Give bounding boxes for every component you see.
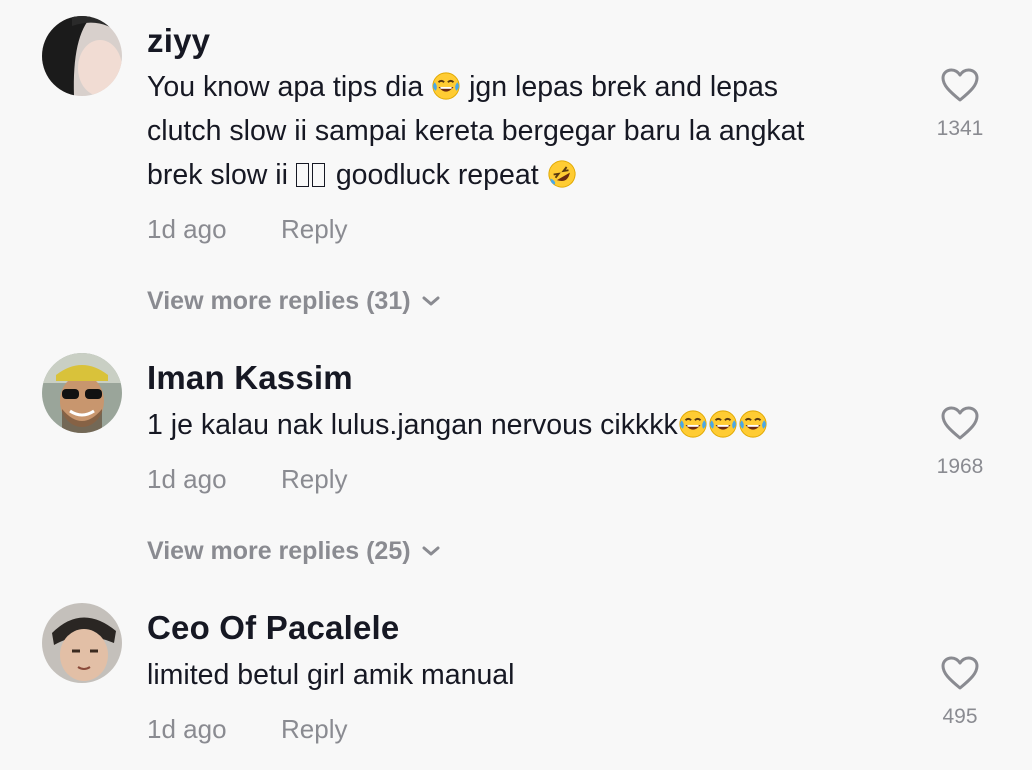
comment-text: You know apa tips dia jgn lepas brek and…: [147, 65, 907, 197]
comment-text-part: jgn lepas brek and lepas: [469, 71, 779, 103]
comment-timestamp: 1d ago: [147, 464, 227, 494]
like-button[interactable]: 1341: [920, 67, 1000, 141]
like-count: 1341: [936, 117, 984, 140]
comment-text-part: goodluck repeat: [335, 159, 539, 191]
rolling-on-floor-laughing-emoji-icon: [547, 159, 577, 189]
reply-button[interactable]: Reply: [281, 714, 347, 745]
comment-text-part: limited betul girl amik manual: [147, 659, 515, 691]
chevron-down-icon: [421, 545, 441, 557]
face-with-tears-of-joy-emoji-icon: [708, 409, 738, 439]
comment-username[interactable]: Iman Kassim: [147, 359, 353, 397]
comment-text-part: brek slow ii: [147, 159, 288, 191]
face-with-tears-of-joy-emoji-icon: [738, 409, 768, 439]
comment-text-part: You know apa tips dia: [147, 71, 424, 103]
comment-text: limited betul girl amik manual: [147, 653, 907, 697]
comment-text-part: 1 je kalau nak lulus.jangan nervous cikk…: [147, 409, 678, 441]
view-more-replies-label: View more replies (25): [147, 537, 411, 565]
like-count: 495: [942, 705, 978, 728]
chevron-down-icon: [421, 295, 441, 307]
heart-icon: [940, 655, 980, 691]
missing-glyph-icon: [295, 163, 309, 187]
like-count: 1968: [936, 455, 984, 478]
view-more-replies-button[interactable]: View more replies (31): [147, 287, 441, 316]
avatar[interactable]: [42, 603, 122, 683]
comment-timestamp: 1d ago: [147, 214, 227, 244]
like-button[interactable]: 1968: [920, 405, 1000, 479]
like-button[interactable]: 495: [920, 655, 1000, 729]
comment-timestamp: 1d ago: [147, 714, 227, 744]
comment-text-part: clutch slow ii sampai kereta bergegar ba…: [147, 115, 805, 147]
reply-button[interactable]: Reply: [281, 464, 347, 495]
heart-icon: [940, 67, 980, 103]
comment-username[interactable]: Ceo Of Pacalele: [147, 609, 399, 647]
heart-icon: [940, 405, 980, 441]
view-more-replies-button[interactable]: View more replies (25): [147, 537, 441, 566]
missing-glyph-icon: [311, 163, 325, 187]
face-with-tears-of-joy-emoji-icon: [678, 409, 708, 439]
comment-username[interactable]: ziyy: [147, 22, 210, 60]
comment-text: 1 je kalau nak lulus.jangan nervous cikk…: [147, 403, 907, 447]
avatar[interactable]: [42, 353, 122, 433]
avatar[interactable]: [42, 16, 122, 96]
face-with-tears-of-joy-emoji-icon: [431, 71, 461, 101]
reply-button[interactable]: Reply: [281, 214, 347, 245]
view-more-replies-label: View more replies (31): [147, 287, 411, 315]
